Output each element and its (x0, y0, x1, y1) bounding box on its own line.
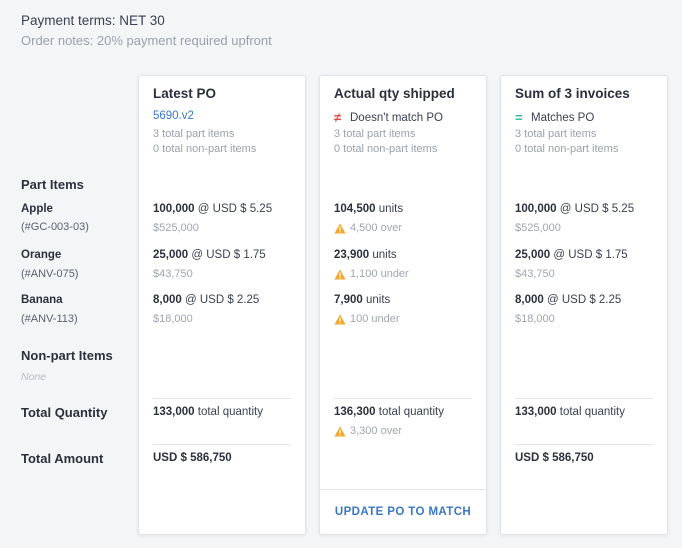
nonpart-count: 0 total non-part items (153, 143, 257, 155)
status-text: Doesn't match PO (350, 111, 443, 124)
banana-qty-price: 8,000 @ USD $ 2.25 (153, 294, 260, 306)
nonpart-count: 0 total non-part items (334, 143, 438, 155)
equals-icon: = (515, 110, 523, 125)
apple-subtotal: $525,000 (153, 222, 199, 234)
orange-subtotal: $43,750 (515, 268, 555, 280)
actual-qty-shipped-card: Actual qty shipped ≠ Doesn't match PO 3 … (319, 75, 487, 535)
item-name-orange: Orange (21, 249, 62, 261)
apple-qty-price: 100,000 @ USD $ 5.25 (153, 203, 273, 215)
orange-shipped-qty: 23,900 units (334, 249, 397, 261)
banana-subtotal: $18,000 (153, 313, 193, 325)
total-amount-value: USD $ 586,750 (153, 452, 232, 464)
orange-qty-price: 25,000 @ USD $ 1.75 (153, 249, 266, 261)
divider (515, 444, 653, 445)
card-title: Sum of 3 invoices (515, 86, 630, 101)
card-title: Actual qty shipped (334, 86, 455, 101)
total-quantity-value: 136,300 total quantity (334, 406, 444, 418)
item-code-apple: (#GC-003-03) (21, 221, 89, 233)
item-name-banana: Banana (21, 294, 63, 306)
warning-icon (334, 269, 346, 280)
non-part-items-heading: Non-part Items (21, 348, 113, 363)
item-name-apple: Apple (21, 203, 53, 215)
warning-icon (334, 223, 346, 234)
apple-variance: 4,500 over (334, 222, 402, 234)
status-text: Matches PO (531, 111, 595, 124)
total-quantity-value: 133,000 total quantity (153, 406, 263, 418)
divider (515, 398, 653, 399)
part-count: 3 total part items (334, 128, 416, 140)
banana-variance: 100 under (334, 313, 400, 325)
banana-subtotal: $18,000 (515, 313, 555, 325)
sum-of-invoices-card: Sum of 3 invoices = Matches PO 3 total p… (500, 75, 668, 535)
card-title: Latest PO (153, 86, 217, 101)
divider (153, 398, 291, 399)
mismatch-status: ≠ Doesn't match PO (334, 110, 443, 125)
apple-shipped-qty: 104,500 units (334, 203, 404, 215)
item-code-orange: (#ANV-075) (21, 268, 79, 280)
warning-icon (334, 426, 346, 437)
apple-subtotal: $525,000 (515, 222, 561, 234)
part-items-heading: Part Items (21, 177, 84, 192)
not-equal-icon: ≠ (334, 110, 342, 125)
apple-qty-price: 100,000 @ USD $ 5.25 (515, 203, 635, 215)
divider (153, 444, 291, 445)
order-header: Payment terms: NET 30 Order notes: 20% p… (21, 12, 272, 50)
total-quantity-value: 133,000 total quantity (515, 406, 625, 418)
total-amount-value: USD $ 586,750 (515, 452, 594, 464)
latest-po-card: Latest PO 5690.v2 3 total part items 0 t… (138, 75, 306, 535)
payment-terms: Payment terms: NET 30 (21, 13, 165, 28)
banana-qty-price: 8,000 @ USD $ 2.25 (515, 294, 622, 306)
total-amount-label: Total Amount (21, 451, 104, 466)
orange-subtotal: $43,750 (153, 268, 193, 280)
divider (334, 398, 472, 399)
update-po-to-match-button[interactable]: UPDATE PO TO MATCH (320, 489, 486, 534)
non-part-items-none: None (21, 371, 47, 383)
orange-variance: 1,100 under (334, 268, 409, 280)
total-variance: 3,300 over (334, 425, 402, 437)
part-count: 3 total part items (515, 128, 597, 140)
warning-icon (334, 314, 346, 325)
match-status: = Matches PO (515, 110, 594, 125)
banana-shipped-qty: 7,900 units (334, 294, 391, 306)
total-quantity-label: Total Quantity (21, 405, 108, 420)
item-code-banana: (#ANV-113) (21, 313, 78, 325)
po-version-link[interactable]: 5690.v2 (153, 110, 194, 122)
nonpart-count: 0 total non-part items (515, 143, 619, 155)
part-count: 3 total part items (153, 128, 235, 140)
order-notes: Order notes: 20% payment required upfron… (21, 33, 272, 48)
orange-qty-price: 25,000 @ USD $ 1.75 (515, 249, 628, 261)
